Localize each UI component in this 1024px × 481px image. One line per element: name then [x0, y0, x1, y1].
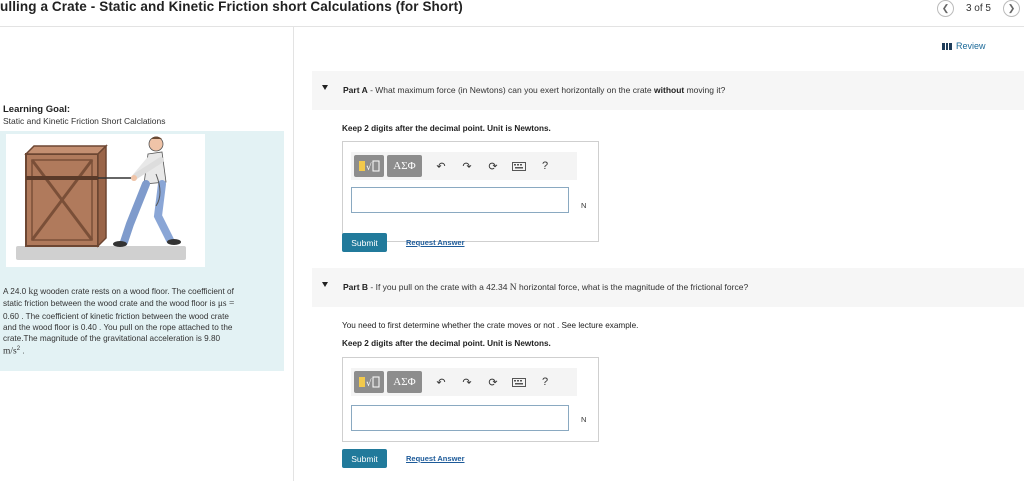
redo-icon[interactable]: ↷	[460, 159, 474, 173]
pager: ❮ 3 of 5 ❯	[936, 0, 1020, 17]
part-a-answer-input[interactable]	[351, 187, 569, 213]
review-link[interactable]: Review	[942, 41, 986, 51]
reset-icon[interactable]: ⟳	[486, 159, 500, 173]
top-bar: ulling a Crate - Static and Kinetic Fric…	[0, 0, 1024, 27]
help-icon[interactable]: ?	[538, 159, 552, 173]
help-icon[interactable]: ?	[538, 375, 552, 389]
part-b-answer-box: √ ΑΣΦ ↶ ↷ ⟳ ? N	[342, 357, 599, 442]
part-b-request-answer-link[interactable]: Request Answer	[406, 454, 465, 463]
keyboard-icon[interactable]	[512, 375, 526, 389]
collapse-triangle-icon[interactable]	[322, 85, 328, 90]
part-a-answer-box: √ ΑΣΦ ↶ ↷ ⟳ ? N	[342, 141, 599, 242]
part-b-question: Part B - If you pull on the crate with a…	[343, 282, 749, 293]
svg-text:√: √	[366, 378, 372, 389]
part-a-header[interactable]: Part A - What maximum force (in Newtons)…	[312, 71, 1024, 110]
learning-goal-heading: Learning Goal:	[3, 104, 71, 115]
symbols-button[interactable]: ΑΣΦ	[387, 371, 422, 393]
undo-icon[interactable]: ↶	[434, 375, 448, 389]
redo-icon[interactable]: ↷	[460, 375, 474, 389]
part-a-submit-button[interactable]: Submit	[342, 233, 387, 252]
part-b-unit: N	[581, 415, 587, 424]
part-b-instruction: Keep 2 digits after the decimal point. U…	[342, 339, 551, 348]
symbols-button[interactable]: ΑΣΦ	[387, 155, 422, 177]
part-b-submit-button[interactable]: Submit	[342, 449, 387, 468]
svg-text:√: √	[366, 162, 372, 173]
templates-icon[interactable]: √	[354, 371, 384, 393]
collapse-triangle-icon[interactable]	[322, 282, 328, 287]
chevron-right-icon[interactable]: ❯	[1003, 0, 1020, 17]
page-indicator: 3 of 5	[965, 3, 991, 14]
math-toolbar: √ ΑΣΦ ↶ ↷ ⟳ ?	[351, 368, 577, 396]
undo-icon[interactable]: ↶	[434, 159, 448, 173]
problem-statement: A 24.0 kg wooden crate rests on a wood f…	[3, 287, 235, 358]
part-a-question: Part A - What maximum force (in Newtons)…	[343, 85, 726, 95]
review-bars-icon	[942, 42, 953, 50]
crate-icon	[24, 144, 108, 248]
man-pulling-crate-illustration	[6, 134, 205, 267]
part-a-unit: N	[581, 201, 587, 210]
part-b-answer-input[interactable]	[351, 405, 569, 431]
templates-icon[interactable]: √	[354, 155, 384, 177]
part-b-note: You need to first determine whether the …	[342, 321, 639, 330]
left-panel: Learning Goal: Static and Kinetic Fricti…	[0, 27, 294, 481]
reset-icon[interactable]: ⟳	[486, 375, 500, 389]
part-b-header[interactable]: Part B - If you pull on the crate with a…	[312, 268, 1024, 307]
math-toolbar: √ ΑΣΦ ↶ ↷ ⟳ ?	[351, 152, 577, 180]
review-label: Review	[956, 41, 986, 51]
part-a-instruction: Keep 2 digits after the decimal point. U…	[342, 124, 551, 133]
chevron-left-icon[interactable]: ❮	[936, 0, 954, 17]
learning-goal-text: Static and Kinetic Friction Short Calcla…	[3, 116, 166, 126]
part-a-request-answer-link[interactable]: Request Answer	[406, 238, 465, 247]
man-figure-icon	[113, 136, 181, 247]
problem-figure-panel: A 24.0 kg wooden crate rests on a wood f…	[0, 131, 284, 371]
assignment-title: ulling a Crate - Static and Kinetic Fric…	[0, 0, 463, 14]
keyboard-icon[interactable]	[512, 159, 526, 173]
